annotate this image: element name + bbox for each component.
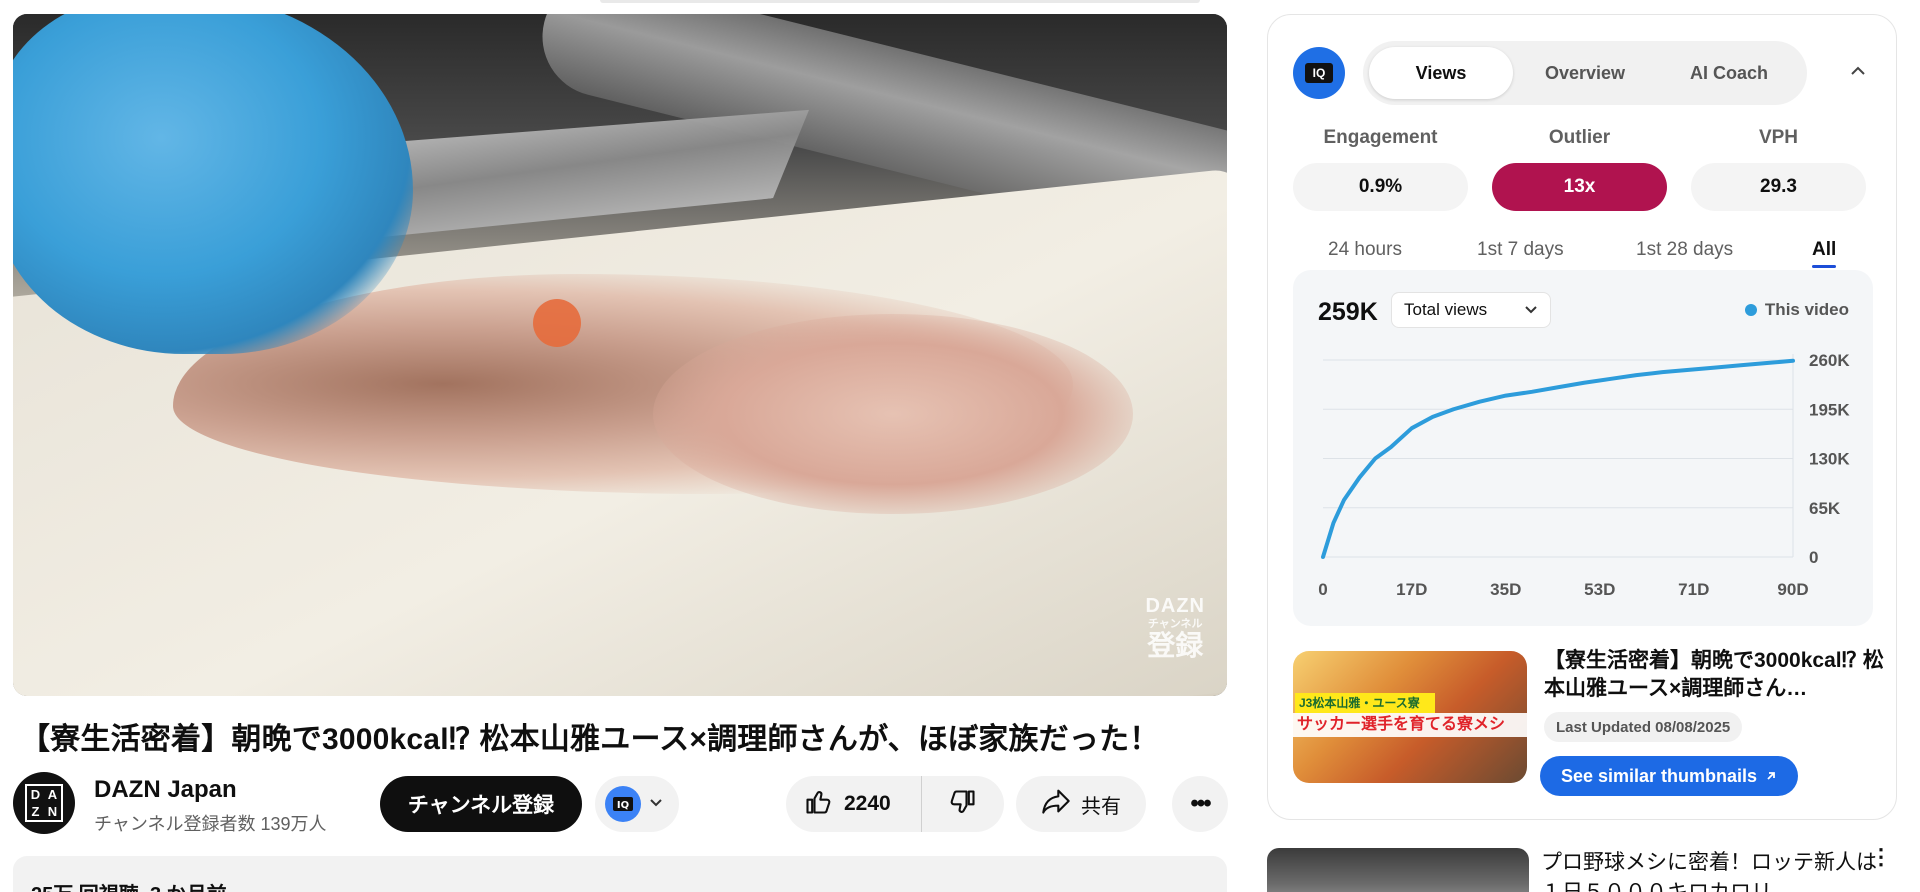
related-thumbnail[interactable]: J3松本山雅・ユース寮 サッカー選手を育てる寮メシ [1293,651,1527,783]
chart-canvas: 0 65K 130K 195K 260K 0 17D 35D 53D 71D 90D [1318,351,1850,599]
metric-value-engagement: 0.9% [1293,163,1468,211]
x-tick-label: 53D [1584,580,1615,599]
channel-name[interactable]: DAZN Japan [94,776,237,804]
svg-text:IQ: IQ [617,800,629,811]
logo-letter: A [47,787,58,802]
panel-tabs: Views Overview AI Coach [1363,41,1807,105]
video-player[interactable]: DAZN チャンネル 登録 [13,14,1227,696]
video-frame-detail [13,14,413,354]
like-count: 2240 [844,792,891,815]
similar-label: See similar thumbnails [1560,765,1758,786]
range-24-hours[interactable]: 24 hours [1328,239,1402,261]
share-button[interactable]: 共有 [1016,776,1146,832]
vidiq-menu-button[interactable]: IQ [595,776,679,832]
metric-value-outlier: 13x [1492,163,1667,211]
subscriber-count: チャンネル登録者数 139万人 [94,814,327,834]
x-tick-label: 17D [1396,580,1427,599]
logo-text: IQ [1305,63,1333,83]
thumbs-down-icon [949,788,977,821]
range-all[interactable]: All [1812,239,1836,261]
analytics-panel: IQ Views Overview AI Coach Engagement Ou… [1267,14,1897,820]
video-frame-detail [533,299,581,347]
thumbnail-caption: サッカー選手を育てる寮メシ [1293,713,1527,737]
upload-age: 3 か月前 [150,884,227,892]
y-tick-label: 130K [1809,450,1850,469]
x-tick-label: 35D [1490,580,1521,599]
y-tick-label: 65K [1809,499,1841,518]
y-tick-label: 0 [1809,548,1818,567]
logo-letter: D [30,787,41,802]
share-label: 共有 [1081,795,1121,818]
watermark-line: チャンネル [1147,618,1203,630]
y-tick-label: 195K [1809,400,1850,419]
external-link-icon [1765,766,1777,787]
last-updated-badge: Last Updated 08/08/2025 [1544,712,1743,742]
more-actions-button[interactable]: ••• [1172,776,1228,832]
watermark-line: 登録 [1147,630,1204,661]
next-video-menu-icon[interactable]: ⋮ [1870,846,1892,868]
x-tick-label: 90D [1777,580,1808,599]
metric-value-vph: 29.3 [1691,163,1866,211]
tab-ai-coach[interactable]: AI Coach [1657,47,1801,99]
page: DAZN チャンネル 登録 【寮生活密着】朝晩で3000kcal⁉ 松本山雅ユー… [0,0,1920,892]
thumbs-up-icon [804,788,832,821]
description-box[interactable]: 25万 回視聴 3 か月前 [13,856,1227,892]
view-count: 25万 回視聴 [31,884,139,892]
metric-label-engagement: Engagement [1323,127,1438,148]
x-tick-label: 71D [1678,580,1709,599]
y-tick-label: 260K [1809,351,1850,370]
share-icon [1041,788,1071,820]
channel-avatar[interactable]: D A Z N [13,772,75,834]
vidiq-icon: IQ [605,786,641,822]
thumbnail-caption: J3松本山雅・ユース寮 [1295,693,1435,713]
see-similar-thumbnails-button[interactable]: See similar thumbnails [1540,756,1798,796]
subscribe-button[interactable]: チャンネル登録 [380,776,582,832]
tab-overview[interactable]: Overview [1513,47,1657,99]
next-video-thumbnail[interactable] [1267,848,1529,892]
next-video-title[interactable]: プロ野球メシに密着！ロッテ新人は１日５０００キロカロリ… [1541,848,1881,892]
chevron-down-icon [649,795,663,813]
logo-letter: Z [31,804,40,819]
x-tick-label: 0 [1318,580,1327,599]
channel-watermark[interactable]: DAZN チャンネル 登録 [1145,596,1205,660]
metric-label-vph: VPH [1758,127,1799,148]
logo-letter: N [47,804,58,819]
range-28-days[interactable]: 1st 28 days [1636,239,1733,261]
dazn-logo: D A Z N [25,784,63,822]
top-bar-edge [600,0,1200,3]
video-frame-detail [653,314,1133,514]
metric-label-outlier: Outlier [1548,127,1611,148]
range-7-days[interactable]: 1st 7 days [1477,239,1564,261]
video-title: 【寮生活密着】朝晩で3000kcal⁉ 松本山雅ユース×調理師さんが、ほぼ家族だ… [20,723,1160,756]
chevron-up-icon[interactable] [1850,59,1866,82]
related-title[interactable]: 【寮生活密着】朝晩で3000kcal⁉ 松本山雅ユース×調理師さん… [1544,647,1884,703]
like-dislike-group: 2240 [786,776,1004,832]
watermark-line: DAZN [1145,595,1205,617]
tab-views[interactable]: Views [1369,47,1513,99]
views-chart: 259K Total views This video 0 65K 130K 195K… [1293,270,1873,626]
vidiq-logo-icon[interactable]: IQ [1293,47,1345,99]
active-range-indicator [1812,265,1836,268]
like-button[interactable]: 2240 [786,776,922,832]
dislike-button[interactable] [922,788,1004,821]
